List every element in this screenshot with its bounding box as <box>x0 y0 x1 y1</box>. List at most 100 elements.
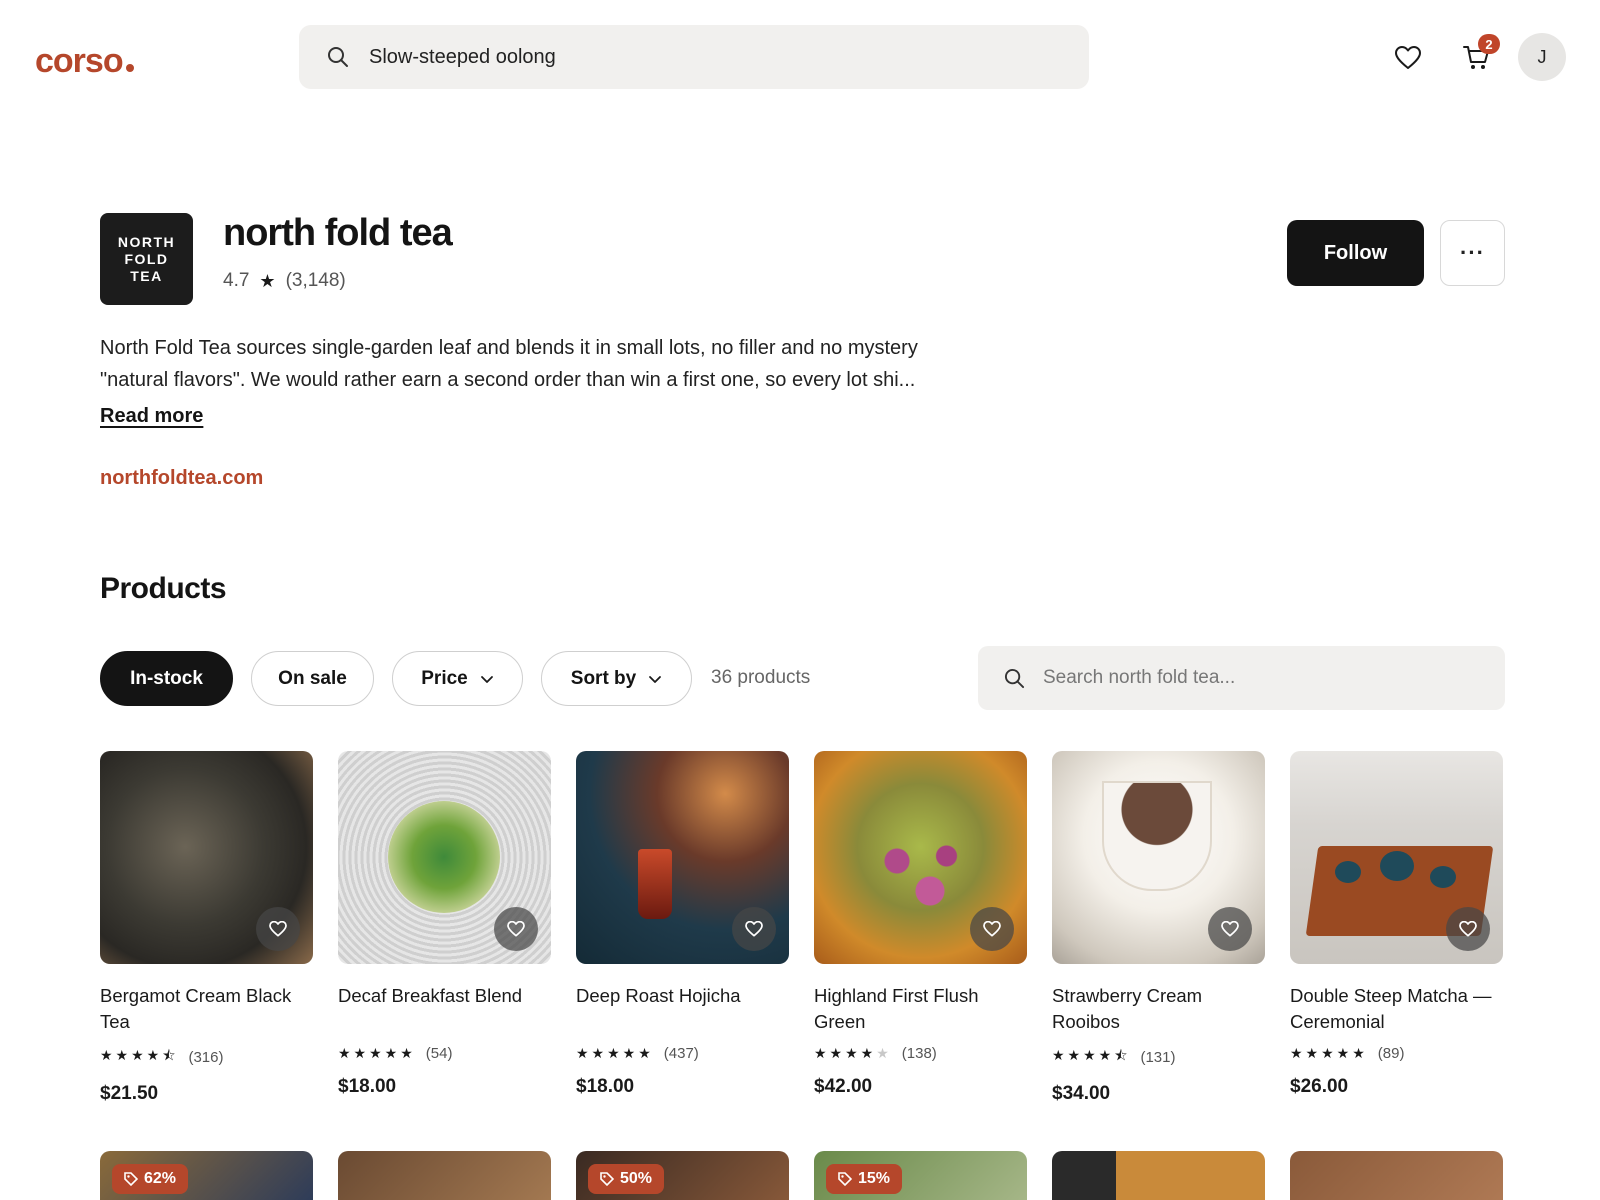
star-rating-icons: ★★★★★ <box>814 1045 892 1061</box>
product-rating: ★★★★⯪ (131) <box>1052 1045 1265 1069</box>
global-search-input[interactable]: Slow-steeped oolong <box>299 25 1089 89</box>
read-more-link[interactable]: Read more <box>100 405 203 428</box>
product-price: $26.00 <box>1290 1076 1349 1097</box>
shop-logo-line: NORTH <box>117 233 176 250</box>
product-count: 36 products <box>711 667 811 688</box>
product-card[interactable]: Highland First Flush Green ★★★★★ (138) $4… <box>814 751 1027 1098</box>
product-image[interactable] <box>1052 751 1265 964</box>
product-image[interactable] <box>100 751 313 964</box>
shop-logo-line: TEA <box>130 267 163 284</box>
product-name[interactable]: Bergamot Cream Black Tea <box>100 983 313 1035</box>
shop-name: north fold tea <box>223 212 453 254</box>
product-image[interactable] <box>338 1151 551 1200</box>
more-options-button[interactable]: ··· <box>1440 220 1505 286</box>
chip-label: On sale <box>278 667 347 689</box>
star-rating-icons: ★★★★⯪ <box>1052 1047 1131 1063</box>
shop-review-count: (3,148) <box>285 270 346 291</box>
review-count: (89) <box>1377 1045 1405 1062</box>
shop-search-input[interactable]: Search north fold tea... <box>978 646 1505 710</box>
product-price: $21.50 <box>100 1083 159 1104</box>
review-count: (54) <box>425 1045 453 1062</box>
search-icon <box>1004 668 1025 688</box>
product-name[interactable]: Double Steep Matcha — Ceremonial <box>1290 983 1503 1035</box>
product-rating: ★★★★★ (437) <box>576 1045 789 1062</box>
product-card[interactable]: Deep Roast Hojicha ★★★★★ (437) $18.00 <box>576 751 789 1098</box>
shop-search-placeholder: Search north fold tea... <box>1043 667 1236 688</box>
filter-on-sale-chip[interactable]: On sale <box>251 651 374 706</box>
filter-price-dropdown[interactable]: Price <box>392 651 523 706</box>
sale-badge: 62% <box>112 1164 189 1194</box>
tag-icon <box>600 1172 614 1186</box>
review-count: (437) <box>663 1045 699 1062</box>
shop-description: North Fold Tea sources single-garden lea… <box>100 337 918 391</box>
star-rating-icons: ★★★★⯪ <box>100 1047 179 1063</box>
product-price: $42.00 <box>814 1076 873 1097</box>
heart-icon <box>745 921 763 937</box>
product-rating: ★★★★⯪ (316) <box>100 1045 313 1069</box>
product-image[interactable]: 62% <box>100 1151 313 1200</box>
product-card[interactable]: Double Steep Matcha — Ceremonial ★★★★★ (8… <box>1290 751 1503 1098</box>
shop-website-link[interactable]: northfoldtea.com <box>100 467 263 490</box>
product-rating: ★★★★★ (89) <box>1290 1045 1503 1062</box>
product-rating: ★★★★★ (138) <box>814 1045 1027 1062</box>
star-rating-icons: ★★★★★ <box>338 1045 416 1061</box>
sale-badge: 15% <box>826 1164 903 1194</box>
sale-badge: 50% <box>588 1164 665 1194</box>
product-card[interactable]: Bergamot Cream Black Tea ★★★★⯪ (316) $21.… <box>100 751 313 1105</box>
corso-logo[interactable]: corso <box>35 42 134 81</box>
review-count: (138) <box>901 1045 937 1062</box>
product-card[interactable]: Strawberry Cream Rooibos ★★★★⯪ (131) $34.… <box>1052 751 1265 1105</box>
chip-label: Sort by <box>570 667 637 689</box>
sale-badge-text: 15% <box>858 1170 891 1187</box>
product-name[interactable]: Highland First Flush Green <box>814 983 1027 1035</box>
review-count: (316) <box>188 1048 224 1066</box>
heart-icon <box>983 921 1001 937</box>
cart-count-badge: 2 <box>1478 34 1500 54</box>
product-price: $18.00 <box>576 1076 635 1097</box>
product-image[interactable] <box>814 751 1027 964</box>
shop-rating-value: 4.7 <box>223 270 250 291</box>
favorite-button[interactable] <box>970 907 1014 951</box>
chip-label: In-stock <box>130 667 203 689</box>
product-name[interactable]: Strawberry Cream Rooibos <box>1052 983 1265 1035</box>
star-rating-icons: ★★★★★ <box>1290 1045 1368 1061</box>
shop-logo-line: FOLD <box>124 250 169 267</box>
star-rating-icons: ★★★★★ <box>576 1045 654 1061</box>
product-price: $34.00 <box>1052 1083 1111 1104</box>
star-icon: ★ <box>259 270 276 291</box>
heart-icon <box>1459 921 1477 937</box>
heart-icon <box>507 921 525 937</box>
follow-button[interactable]: Follow <box>1287 220 1424 286</box>
sale-badge-text: 62% <box>144 1170 177 1187</box>
product-image[interactable] <box>338 751 551 964</box>
product-image[interactable]: 50% <box>576 1151 789 1200</box>
shop-rating: 4.7 ★ (3,148) <box>223 270 346 292</box>
chip-label: Price <box>421 667 468 689</box>
favorite-button[interactable] <box>732 907 776 951</box>
product-image[interactable] <box>1290 1151 1503 1200</box>
ellipsis-icon: ··· <box>1460 240 1485 265</box>
tag-icon <box>124 1172 138 1186</box>
chevron-down-icon <box>649 675 662 683</box>
user-avatar[interactable]: J <box>1518 33 1566 81</box>
product-image[interactable] <box>1052 1151 1265 1200</box>
favorite-button[interactable] <box>256 907 300 951</box>
search-query-text: Slow-steeped oolong <box>369 45 556 68</box>
favorite-button[interactable] <box>1446 907 1490 951</box>
product-name[interactable]: Deep Roast Hojicha <box>576 983 789 1035</box>
product-rating: ★★★★★ (54) <box>338 1045 551 1062</box>
product-image[interactable] <box>1290 751 1503 964</box>
favorite-button[interactable] <box>494 907 538 951</box>
tag-icon <box>838 1172 852 1186</box>
sort-by-dropdown[interactable]: Sort by <box>541 651 692 706</box>
sale-badge-text: 50% <box>620 1170 653 1187</box>
filter-in-stock-chip[interactable]: In-stock <box>100 651 233 706</box>
product-name[interactable]: Decaf Breakfast Blend <box>338 983 551 1035</box>
product-image[interactable]: 15% <box>814 1151 1027 1200</box>
product-card[interactable]: Decaf Breakfast Blend ★★★★★ (54) $18.00 <box>338 751 551 1098</box>
product-image[interactable] <box>576 751 789 964</box>
favorite-button[interactable] <box>1208 907 1252 951</box>
heart-icon <box>269 921 287 937</box>
wishlist-heart-icon[interactable] <box>1395 46 1421 70</box>
shop-logo: NORTH FOLD TEA <box>100 213 193 305</box>
